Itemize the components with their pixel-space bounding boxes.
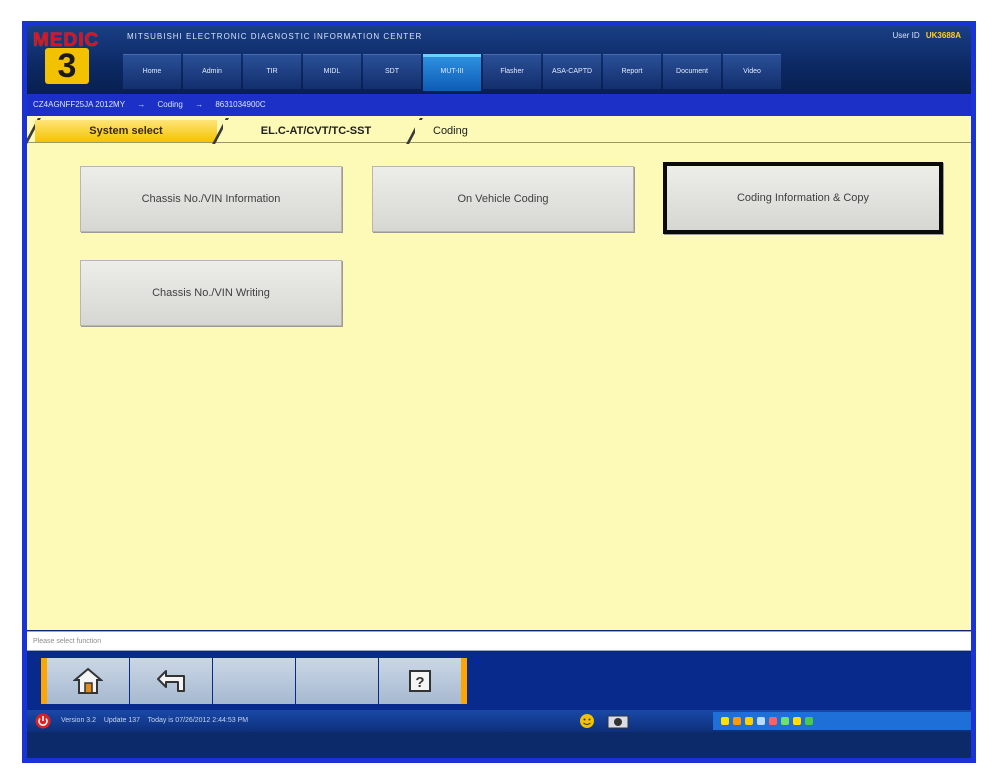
tray-icon[interactable]	[757, 717, 765, 725]
logo-number: 3	[45, 48, 89, 84]
power-icon[interactable]	[35, 713, 51, 729]
breadcrumb-separator: →	[195, 100, 204, 109]
on-vehicle-coding-button[interactable]: On Vehicle Coding	[372, 166, 634, 232]
back-icon	[157, 670, 185, 692]
menu-flasher[interactable]: Flasher	[483, 54, 541, 89]
tray-icon[interactable]	[733, 717, 741, 725]
tray-icon[interactable]	[745, 717, 753, 725]
taskbar: Version 3.2 Update 137 Today is 07/26/20…	[27, 710, 971, 732]
main-menu: Home Admin TIR MIDL SDT MUT-III Flasher …	[123, 54, 783, 91]
menu-midl[interactable]: MIDL	[303, 54, 361, 89]
today-label: Today is 07/26/2012 2:44:53 PM	[147, 717, 249, 724]
tray-icon[interactable]	[805, 717, 813, 725]
camera-icon[interactable]	[607, 713, 629, 729]
version-label: Version 3.2	[61, 717, 97, 724]
update-label: Update 137	[103, 717, 141, 724]
tab-bar: System select EL.C-AT/CVT/TC-SST Coding	[27, 118, 971, 144]
system-tray	[713, 712, 971, 730]
breadcrumb-part: 8631034900C	[215, 100, 266, 109]
center-title: MITSUBISHI ELECTRONIC DIAGNOSTIC INFORMA…	[127, 32, 423, 41]
back-button[interactable]	[130, 658, 212, 704]
breadcrumb-vin: CZ4AGNFF25JA 2012MY	[33, 100, 126, 109]
toolbar-button-group: ?	[41, 658, 467, 704]
menu-admin[interactable]: Admin	[183, 54, 241, 89]
user-id-value: UK3688A	[925, 31, 961, 40]
chassis-vin-writing-button[interactable]: Chassis No./VIN Writing	[80, 260, 342, 326]
tray-icon[interactable]	[721, 717, 729, 725]
home-button[interactable]	[47, 658, 129, 704]
breadcrumb-section: Coding	[157, 100, 183, 109]
tab-coding[interactable]: Coding	[415, 120, 525, 142]
bottom-toolbar: ?	[27, 652, 971, 710]
help-icon: ?	[409, 670, 431, 692]
blank-button[interactable]	[296, 658, 378, 704]
menu-tir[interactable]: TIR	[243, 54, 301, 89]
tray-icon[interactable]	[793, 717, 801, 725]
breadcrumb: CZ4AGNFF25JA 2012MY → Coding → 863103490…	[27, 94, 971, 116]
svg-text:?: ?	[415, 674, 424, 691]
menu-asa-captd[interactable]: ASA-CAPTD	[543, 54, 601, 89]
menu-sdt[interactable]: SDT	[363, 54, 421, 89]
menu-home[interactable]: Home	[123, 54, 181, 89]
coding-information-copy-button[interactable]: Coding Information & Copy	[663, 162, 943, 234]
user-id: User ID UK3688A	[893, 31, 962, 40]
chassis-vin-information-button[interactable]: Chassis No./VIN Information	[80, 166, 342, 232]
blank-button[interactable]	[213, 658, 295, 704]
header: MEDIC 3 MITSUBISHI ELECTRONIC DIAGNOSTIC…	[27, 26, 971, 94]
tab-el-c-at[interactable]: EL.C-AT/CVT/TC-SST	[223, 120, 409, 142]
user-id-label: User ID	[892, 31, 920, 40]
version-info: Version 3.2 Update 137 Today is 07/26/20…	[61, 710, 248, 732]
menu-report[interactable]: Report	[603, 54, 661, 89]
tray-icon[interactable]	[769, 717, 777, 725]
status-message: Please select function	[27, 631, 971, 651]
breadcrumb-separator: →	[137, 100, 146, 109]
medic-logo: MEDIC 3	[33, 30, 119, 90]
menu-mut-iii[interactable]: MUT-III	[423, 54, 481, 91]
tab-system-select[interactable]: System select	[35, 120, 217, 142]
menu-document[interactable]: Document	[663, 54, 721, 89]
app-window: MEDIC 3 MITSUBISHI ELECTRONIC DIAGNOSTIC…	[22, 21, 976, 763]
tray-left	[579, 713, 629, 729]
help-button[interactable]: ?	[379, 658, 461, 704]
tray-icon[interactable]	[781, 717, 789, 725]
home-icon	[73, 667, 103, 694]
menu-video[interactable]: Video	[723, 54, 781, 89]
smiley-icon[interactable]	[579, 713, 595, 729]
content-area: System select EL.C-AT/CVT/TC-SST Coding …	[27, 116, 971, 630]
